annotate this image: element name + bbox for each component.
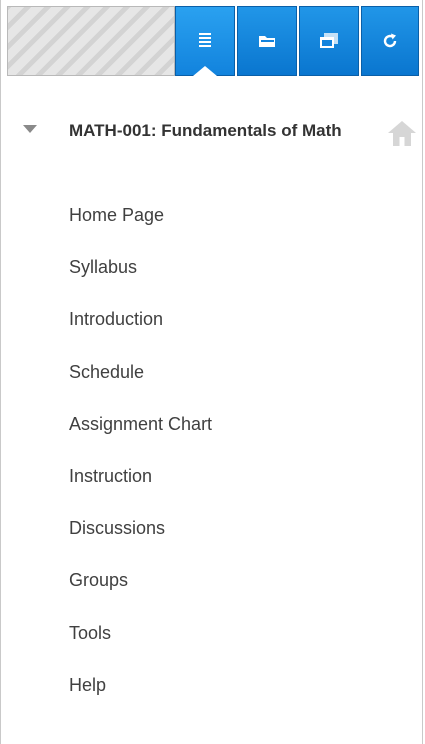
menu-item-home-page[interactable]: Home Page (69, 200, 212, 252)
menu-toolbar (7, 6, 421, 76)
menu-item-introduction[interactable]: Introduction (69, 304, 212, 356)
menu-item-help[interactable]: Help (69, 670, 212, 722)
refresh-tab[interactable] (361, 6, 419, 76)
course-menu-list: Home Page Syllabus Introduction Schedule… (69, 200, 212, 722)
menu-item-discussions[interactable]: Discussions (69, 513, 212, 565)
toolbar-drag-handle[interactable] (7, 6, 175, 76)
triangle-down-icon[interactable] (23, 125, 37, 133)
course-title[interactable]: MATH-001: Fundamentals of Math (69, 118, 389, 143)
menu-item-syllabus[interactable]: Syllabus (69, 252, 212, 304)
list-icon (199, 33, 211, 47)
window-tab[interactable] (299, 6, 359, 76)
menu-item-instruction[interactable]: Instruction (69, 461, 212, 513)
folder-view-tab[interactable] (237, 6, 297, 76)
course-menu-panel: MATH-001: Fundamentals of Math Home Page… (0, 0, 423, 744)
menu-item-groups[interactable]: Groups (69, 565, 212, 617)
menu-item-assignment-chart[interactable]: Assignment Chart (69, 409, 212, 461)
folder-icon (259, 36, 275, 47)
refresh-icon (383, 33, 397, 48)
toolbar-tabs (175, 6, 421, 76)
home-icon[interactable] (385, 118, 419, 148)
menu-item-schedule[interactable]: Schedule (69, 357, 212, 409)
window-icon (320, 33, 338, 48)
menu-item-tools[interactable]: Tools (69, 618, 212, 670)
course-menu-tab[interactable] (175, 6, 235, 76)
